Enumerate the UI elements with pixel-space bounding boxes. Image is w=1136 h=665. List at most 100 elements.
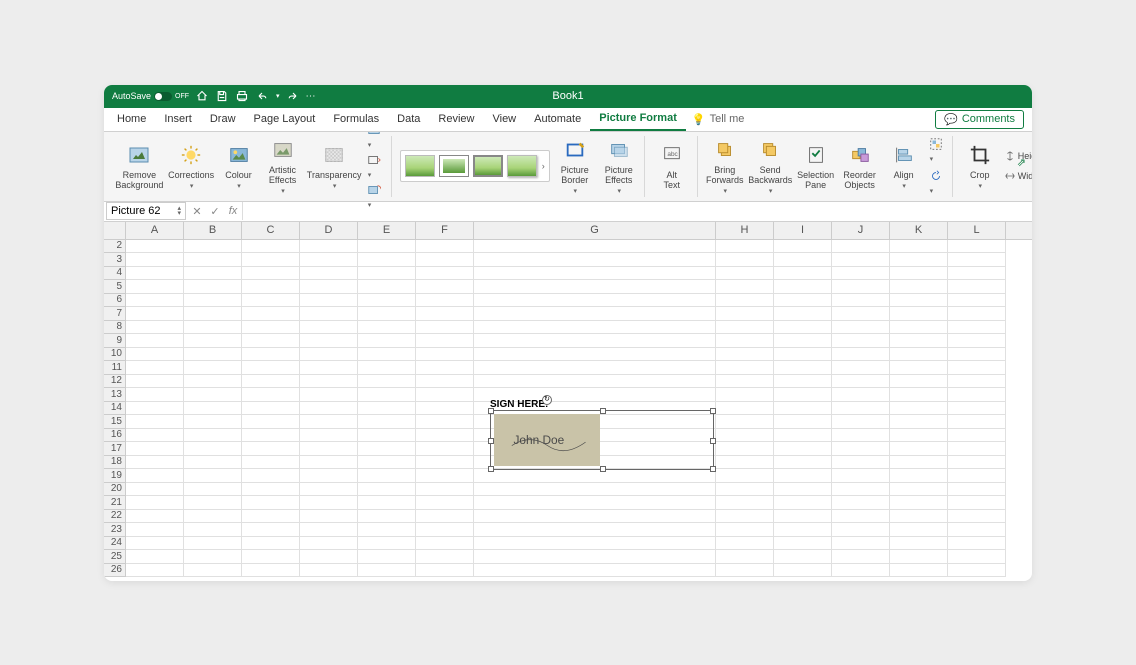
cell-C10[interactable] [242, 348, 300, 362]
row-header-12[interactable]: 12 [104, 375, 125, 389]
cell-C14[interactable] [242, 402, 300, 416]
undo-icon[interactable] [255, 89, 269, 103]
cell-H12[interactable] [716, 375, 774, 389]
cell-I21[interactable] [774, 496, 832, 510]
cell-B24[interactable] [184, 537, 242, 551]
cell-I20[interactable] [774, 483, 832, 497]
cell-D20[interactable] [300, 483, 358, 497]
cell-A24[interactable] [126, 537, 184, 551]
cell-D8[interactable] [300, 321, 358, 335]
col-header-A[interactable]: A [126, 222, 184, 239]
handle-br[interactable] [710, 466, 716, 472]
cell-L17[interactable] [948, 442, 1006, 456]
row-header-11[interactable]: 11 [104, 361, 125, 375]
cell-L15[interactable] [948, 415, 1006, 429]
cell-K5[interactable] [890, 280, 948, 294]
cell-E16[interactable] [358, 429, 416, 443]
cell-J19[interactable] [832, 469, 890, 483]
cell-B9[interactable] [184, 334, 242, 348]
cell-L20[interactable] [948, 483, 1006, 497]
cell-D14[interactable] [300, 402, 358, 416]
cell-K26[interactable] [890, 564, 948, 578]
cell-H8[interactable] [716, 321, 774, 335]
cell-J11[interactable] [832, 361, 890, 375]
row-header-8[interactable]: 8 [104, 321, 125, 335]
cell-D3[interactable] [300, 253, 358, 267]
cell-F20[interactable] [416, 483, 474, 497]
bring-forwards-button[interactable]: Bring Forwards▾ [706, 136, 744, 195]
cell-C26[interactable] [242, 564, 300, 578]
send-backwards-button[interactable]: Send Backwards▾ [750, 136, 791, 195]
cell-C17[interactable] [242, 442, 300, 456]
cell-K13[interactable] [890, 388, 948, 402]
row-header-9[interactable]: 9 [104, 334, 125, 348]
cell-E2[interactable] [358, 240, 416, 254]
row-header-18[interactable]: 18 [104, 456, 125, 470]
col-header-D[interactable]: D [300, 222, 358, 239]
cell-K22[interactable] [890, 510, 948, 524]
cell-D24[interactable] [300, 537, 358, 551]
cell-A25[interactable] [126, 550, 184, 564]
cell-B25[interactable] [184, 550, 242, 564]
row-header-5[interactable]: 5 [104, 280, 125, 294]
cell-G20[interactable] [474, 483, 716, 497]
col-header-L[interactable]: L [948, 222, 1006, 239]
cell-I2[interactable] [774, 240, 832, 254]
row-header-17[interactable]: 17 [104, 442, 125, 456]
cell-I5[interactable] [774, 280, 832, 294]
cell-F16[interactable] [416, 429, 474, 443]
cell-E12[interactable] [358, 375, 416, 389]
cell-K15[interactable] [890, 415, 948, 429]
cell-I16[interactable] [774, 429, 832, 443]
cell-K17[interactable] [890, 442, 948, 456]
row-header-15[interactable]: 15 [104, 415, 125, 429]
col-header-G[interactable]: G [474, 222, 716, 239]
row-header-3[interactable]: 3 [104, 253, 125, 267]
row-header-14[interactable]: 14 [104, 402, 125, 416]
cell-D13[interactable] [300, 388, 358, 402]
cell-C18[interactable] [242, 456, 300, 470]
cell-I4[interactable] [774, 267, 832, 281]
cell-J4[interactable] [832, 267, 890, 281]
cell-C8[interactable] [242, 321, 300, 335]
cell-J2[interactable] [832, 240, 890, 254]
cell-H22[interactable] [716, 510, 774, 524]
cell-I7[interactable] [774, 307, 832, 321]
qat-more-icon[interactable]: ⋯ [306, 91, 317, 102]
cell-J10[interactable] [832, 348, 890, 362]
cell-I18[interactable] [774, 456, 832, 470]
cell-I15[interactable] [774, 415, 832, 429]
cell-E15[interactable] [358, 415, 416, 429]
cell-B18[interactable] [184, 456, 242, 470]
tab-insert[interactable]: Insert [155, 107, 201, 131]
cell-F23[interactable] [416, 523, 474, 537]
save-icon[interactable] [215, 89, 229, 103]
remove-background-button[interactable]: Remove Background [116, 141, 163, 191]
col-header-C[interactable]: C [242, 222, 300, 239]
cell-I9[interactable] [774, 334, 832, 348]
align-button[interactable]: Align▾ [885, 141, 923, 191]
cell-L5[interactable] [948, 280, 1006, 294]
row-header-21[interactable]: 21 [104, 496, 125, 510]
cell-G22[interactable] [474, 510, 716, 524]
autosave-switch[interactable] [154, 92, 172, 101]
cell-A19[interactable] [126, 469, 184, 483]
cell-F8[interactable] [416, 321, 474, 335]
cell-J13[interactable] [832, 388, 890, 402]
cell-D21[interactable] [300, 496, 358, 510]
reorder-objects-button[interactable]: Reorder Objects [841, 141, 879, 191]
cell-K18[interactable] [890, 456, 948, 470]
cell-J15[interactable] [832, 415, 890, 429]
cell-L21[interactable] [948, 496, 1006, 510]
cell-K21[interactable] [890, 496, 948, 510]
tell-me-button[interactable]: 💡 Tell me [692, 113, 745, 126]
cell-F22[interactable] [416, 510, 474, 524]
cell-A17[interactable] [126, 442, 184, 456]
cell-E17[interactable] [358, 442, 416, 456]
row-header-20[interactable]: 20 [104, 483, 125, 497]
name-box-stepper[interactable]: ▴▾ [177, 206, 181, 216]
picture-styles-gallery[interactable]: › [400, 150, 550, 182]
cell-L2[interactable] [948, 240, 1006, 254]
cancel-formula-icon[interactable]: ✕ [188, 205, 206, 218]
cell-B5[interactable] [184, 280, 242, 294]
